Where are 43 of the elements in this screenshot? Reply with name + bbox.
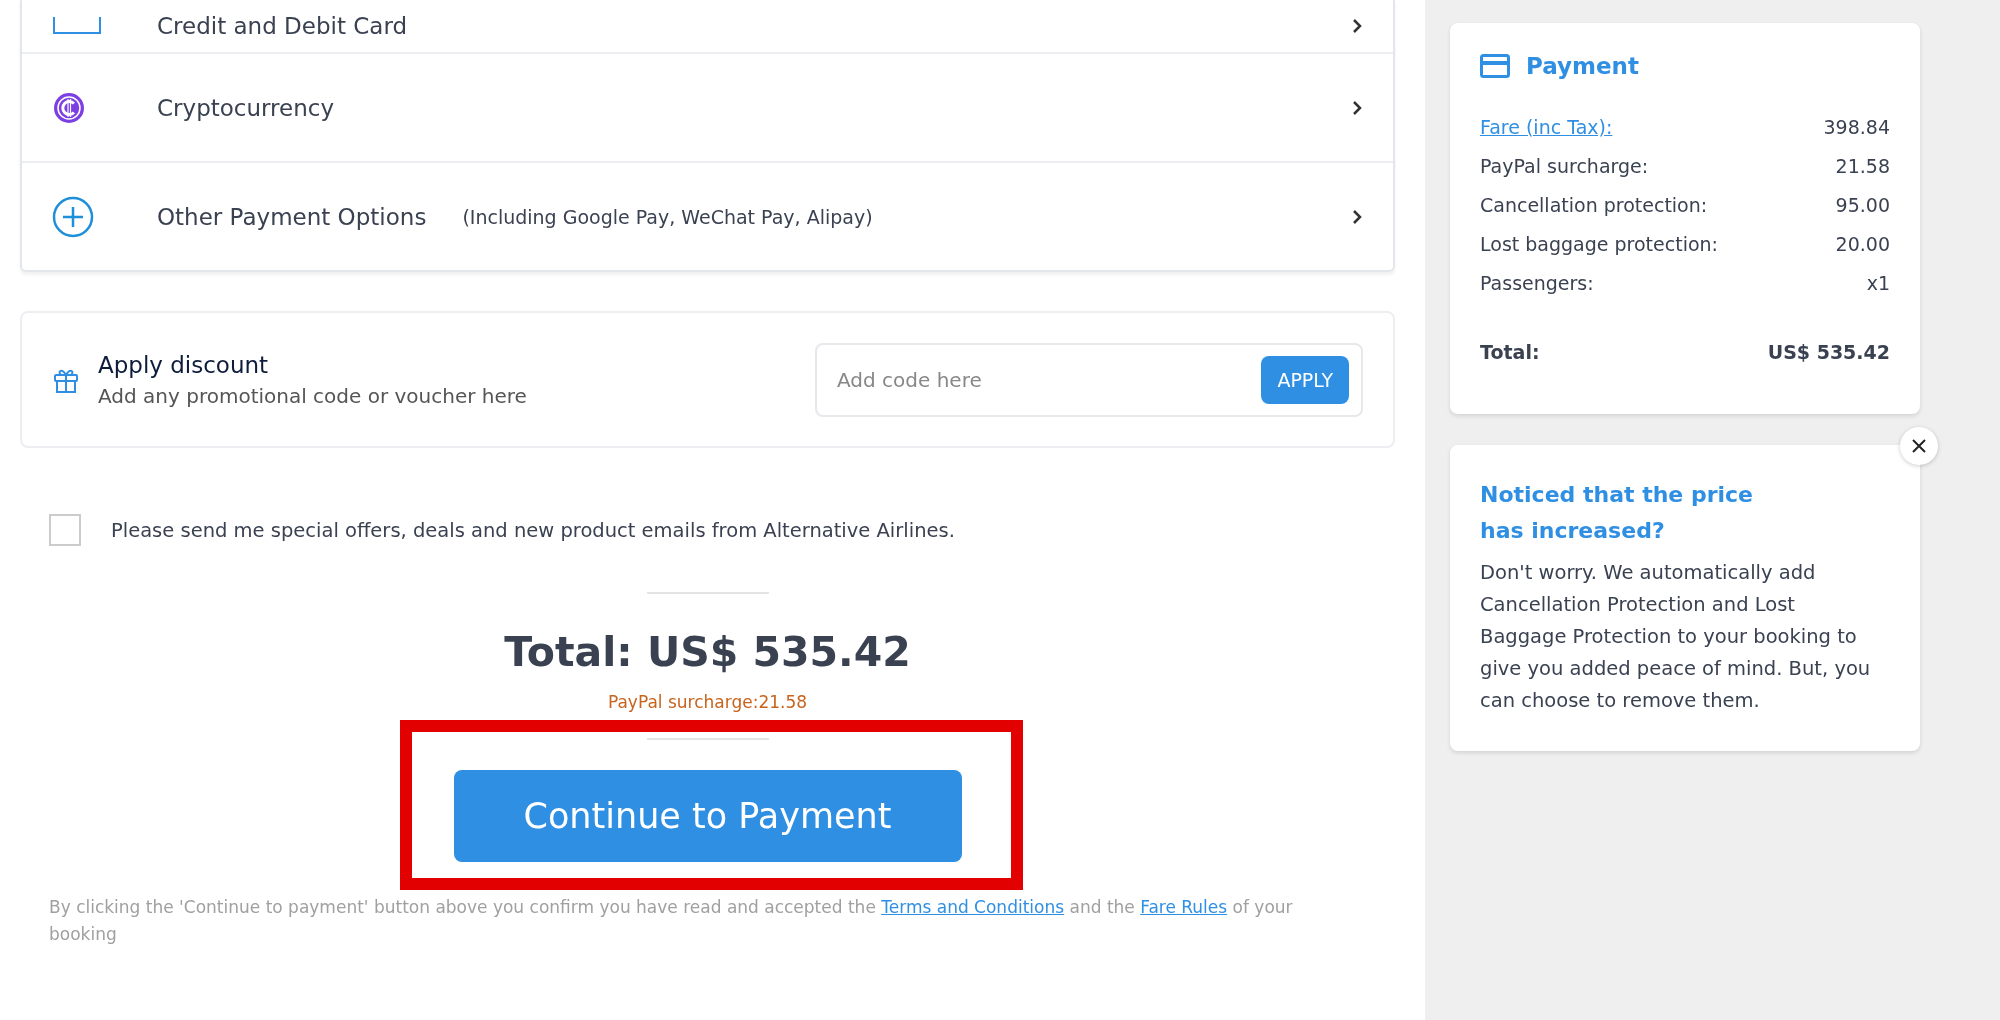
newsletter-checkbox[interactable] — [49, 514, 81, 546]
payment-option-label: Other Payment Options — [157, 203, 427, 230]
credit-card-icon — [1480, 54, 1510, 78]
summary-label: Passengers: — [1480, 271, 1594, 294]
payment-summary-title: Payment — [1526, 53, 1639, 79]
surcharge-note: PayPal surcharge:21.58 — [606, 692, 809, 712]
summary-label: PayPal surcharge: — [1480, 154, 1649, 177]
code-input-field[interactable]: Add code here APPLY — [815, 342, 1363, 417]
payment-option-note: (Including Google Pay, WeChat Pay, Alipay) — [462, 205, 873, 228]
total-price: Total: US$ 535.42 — [503, 628, 912, 676]
payment-option[interactable]: Cryptocurrency — [22, 52, 1393, 161]
apply-button[interactable]: APPLY — [1261, 355, 1349, 404]
disclaimer-text: By clicking the 'Continue to payment' button above you confirm you have read and accepted the Terms and Conditions and the Fare Rules of your booking — [49, 896, 1294, 946]
plus-circle-icon — [52, 195, 94, 238]
summary-value: 21.58 — [1835, 154, 1890, 177]
chevron-right-icon — [1351, 207, 1363, 226]
discount-title: Apply discount — [98, 351, 270, 378]
summary-value: x1 — [1866, 271, 1890, 294]
notice-title: Noticed that the price — [1480, 481, 1754, 509]
payment-option[interactable]: Other Payment Options (Including Google Pay, WeChat Pay, Alipay) — [22, 161, 1393, 270]
payment-option[interactable]: Credit and Debit Card — [22, 0, 1393, 52]
fare-rules-link[interactable]: Fare Rules — [1140, 897, 1228, 917]
continue-to-payment-button[interactable]: Continue to Payment — [453, 770, 962, 862]
close-button[interactable] — [1900, 427, 1938, 465]
notice-title: has increased? — [1480, 517, 1666, 545]
fare-link[interactable]: Fare (inc Tax): — [1480, 115, 1613, 138]
summary-label: Cancellation protection: — [1480, 193, 1708, 216]
terms-link[interactable]: Terms and Conditions — [881, 897, 1065, 917]
payment-option-label: Credit and Debit Card — [157, 13, 408, 39]
summary-label: Lost baggage protection: — [1480, 232, 1718, 255]
close-icon — [1911, 438, 1927, 454]
summary-value: 398.84 — [1823, 115, 1890, 138]
discount-subtitle: Add any promotional code or voucher here — [98, 383, 527, 408]
coin-icon — [52, 90, 86, 125]
newsletter-label: Please send me special offers, deals and new product emails from Alternative Airlines. — [111, 518, 955, 542]
notice-text: Don't worry. We automatically add Cancellation Protection and Lost Baggage Protection to your booking to give you added peace of mind. But, you can choose to remove them. — [1480, 560, 1872, 714]
total-label: Total: — [1480, 340, 1540, 363]
payment-option-label: Cryptocurrency — [157, 94, 335, 121]
summary-value: 95.00 — [1835, 193, 1890, 216]
summary-value: 20.00 — [1835, 232, 1890, 255]
chevron-right-icon — [1351, 17, 1363, 35]
total-value: US$ 535.42 — [1767, 340, 1890, 363]
chevron-right-icon — [1351, 98, 1363, 117]
